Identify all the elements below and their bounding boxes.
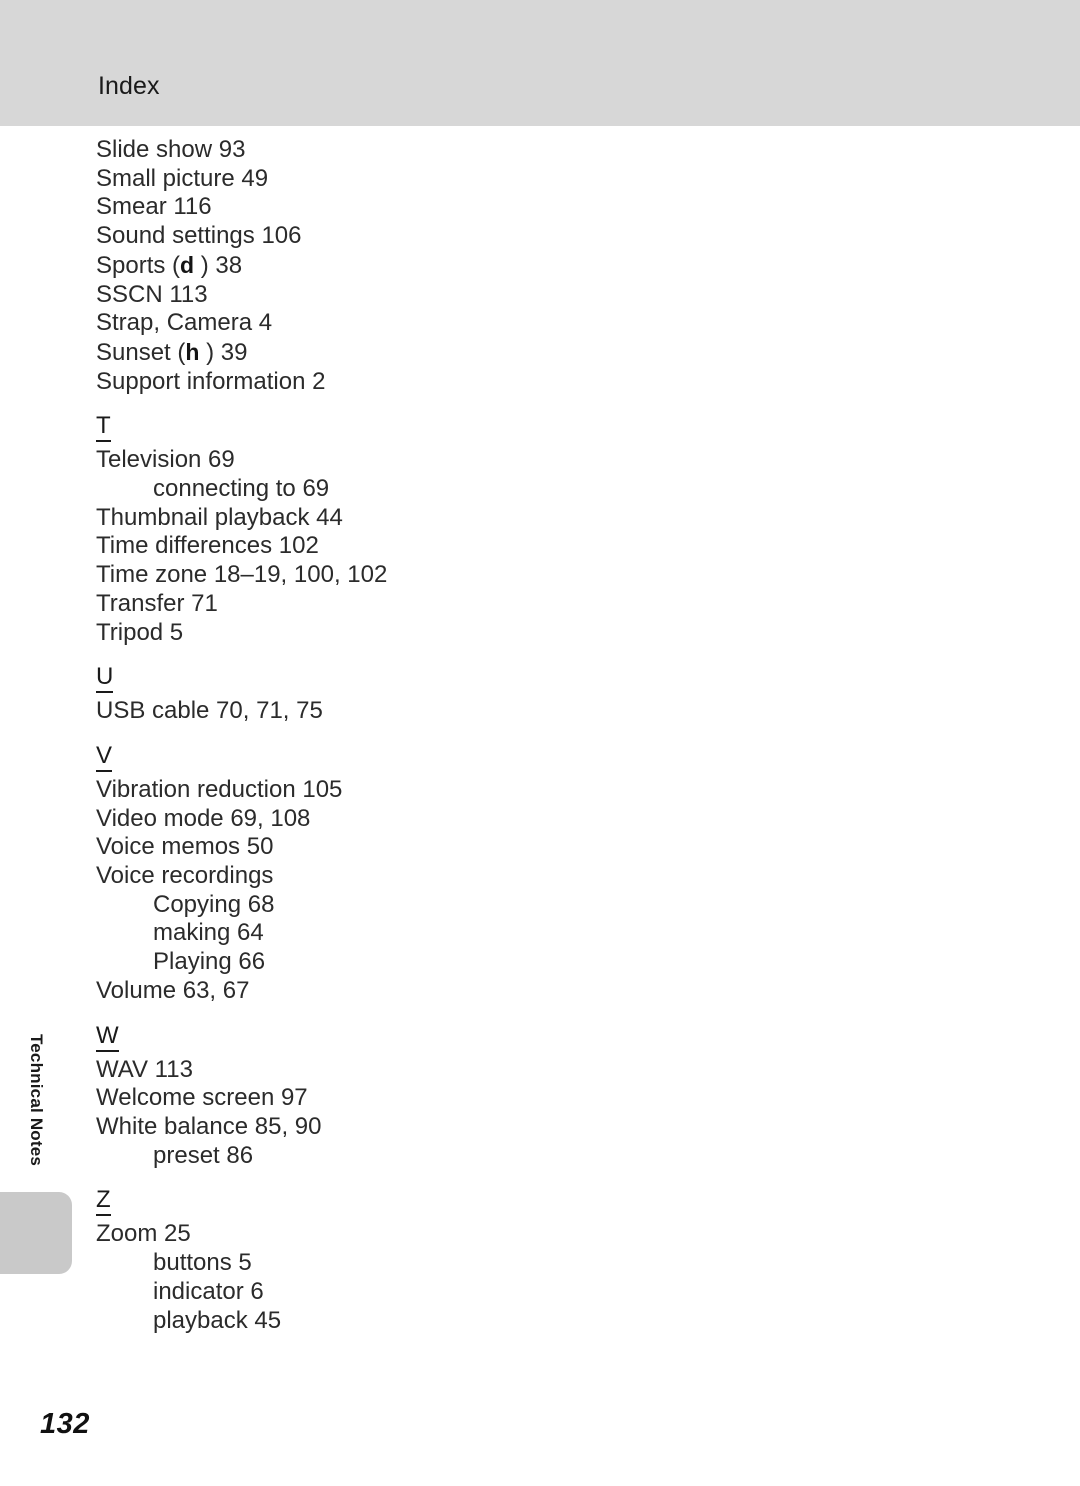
index-section-letter-text: U <box>96 665 114 694</box>
index-section: Z Zoom 25 buttons 5 indicator 6 playback 45 <box>96 1186 916 1335</box>
index-sections: T Television 69 connecting to 69 Thumbnail … <box>96 412 916 1335</box>
index-entry: Welcome screen 97 <box>96 1084 308 1112</box>
index-entry: Thumbnail playback 44 <box>96 503 343 531</box>
index-section: T Television 69 connecting to 69 Thumbnail … <box>96 412 916 647</box>
chapter-tab-text: Technical Notes <box>27 1033 46 1167</box>
chapter-tab-marker <box>0 1192 72 1274</box>
index-entry-pages: ) 38 <box>194 251 243 279</box>
index-entry: Video mode 69, 108 <box>96 804 311 832</box>
index-entry: Tripod 5 <box>96 618 184 646</box>
index-entry: Time differences 102 <box>96 532 319 560</box>
index-subentry: preset 86 <box>153 1141 254 1169</box>
index-entry: Small picture 49 <box>96 164 269 192</box>
camera-mode-glyph-icon: h <box>185 338 200 365</box>
index-entry: Smear 116 <box>96 193 212 221</box>
index-section-letter-text: W <box>96 1023 119 1052</box>
index-entry: White balance 85, 90 <box>96 1112 322 1140</box>
index-section-letter: W <box>96 1022 916 1052</box>
index-section: V Vibration reduction 105 Video mode 69, 1… <box>96 742 916 1006</box>
index-entry: SSCN 113 <box>96 280 208 308</box>
index-entry: WAV 113 <box>96 1055 193 1083</box>
index-section-letter: Z <box>96 1186 916 1217</box>
index-section-letter-text: T <box>96 414 111 443</box>
page-number: 132 <box>40 1408 90 1440</box>
index-entry-text: Sports ( <box>96 251 181 279</box>
index-entry: Voice recordings <box>96 862 274 890</box>
index-section: W WAV 113 Welcome screen 97 White balance 8… <box>96 1022 916 1171</box>
index-section-letter-text: V <box>96 743 113 772</box>
index-continued-group: Slide show 93 Small picture 49 Smear 116 So… <box>96 136 916 396</box>
page-header-band <box>0 0 1080 126</box>
index-entry: Time zone 18–19, 100, 102 <box>96 561 388 589</box>
index-entry: Strap, Camera 4 <box>96 309 273 337</box>
index-content: Slide show 93 Small picture 49 Smear 116 So… <box>96 136 916 1335</box>
index-section-letter-text: Z <box>96 1188 111 1217</box>
index-entry: Support information 2 <box>96 367 326 395</box>
page-title: Index <box>98 72 160 100</box>
index-section-letter: V <box>96 742 916 772</box>
index-subentry: making 64 <box>153 919 264 947</box>
index-entry: Sports (d ) 38 <box>96 251 916 281</box>
index-entry: Sunset (h ) 39 <box>96 338 916 368</box>
index-subentry: connecting to 69 <box>153 475 330 503</box>
index-subentry: Playing 66 <box>153 948 266 976</box>
index-entry-pages: ) 39 <box>199 338 248 366</box>
index-section-letter: T <box>96 412 916 443</box>
index-entry: Transfer 71 <box>96 589 218 617</box>
index-entry: Slide show 93 <box>96 136 246 163</box>
index-entry: USB cable 70, 71, 75 <box>96 697 323 725</box>
camera-mode-glyph-icon: d <box>180 251 195 278</box>
index-entry: Volume 63, 67 <box>96 976 250 1004</box>
index-subentry: indicator 6 <box>153 1277 264 1305</box>
index-subentry: buttons 5 <box>153 1249 252 1277</box>
index-subentry: Copying 68 <box>153 890 275 918</box>
chapter-tab-label: Technical Notes <box>0 1022 72 1192</box>
index-entry: Voice memos 50 <box>96 833 274 861</box>
index-entry-text: Sunset ( <box>96 338 186 366</box>
index-entry: Television 69 <box>96 446 235 474</box>
index-entry: Vibration reduction 105 <box>96 775 343 803</box>
index-entry: Zoom 25 <box>96 1220 191 1248</box>
index-subentry: playback 45 <box>153 1306 282 1334</box>
index-entry: Sound settings 106 <box>96 222 302 250</box>
index-section-letter: U <box>96 663 916 694</box>
index-section: U USB cable 70, 71, 75 <box>96 663 916 726</box>
